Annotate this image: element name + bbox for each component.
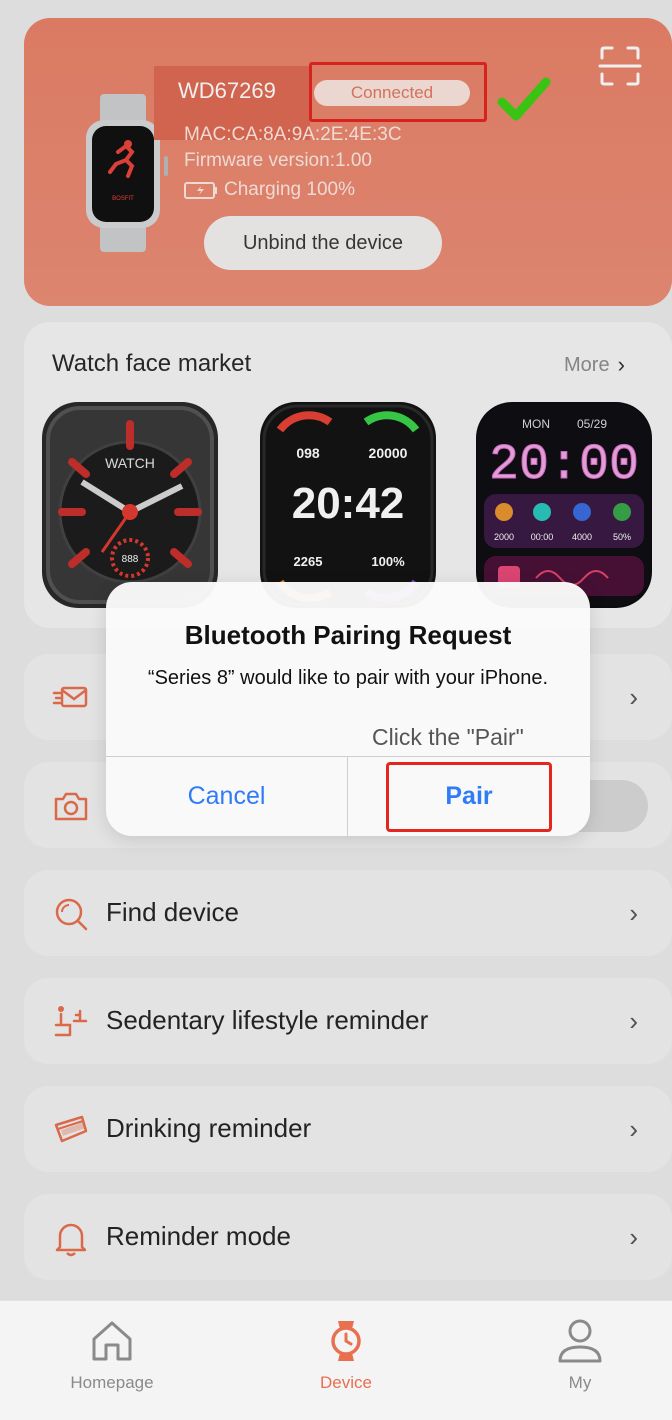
home-icon — [92, 1321, 132, 1361]
dialog-message: “Series 8” would like to pair with your … — [147, 667, 549, 689]
cancel-button[interactable]: Cancel — [106, 757, 347, 836]
app-screen: BOSFIT WD67269 Connected MAC:CA:8A:9A:2E… — [0, 0, 672, 1420]
bottom-tab-bar: Homepage Device My — [0, 1300, 672, 1420]
tab-homepage[interactable]: Homepage — [42, 1317, 182, 1393]
pair-hint-annotation: Click the "Pair" — [372, 724, 524, 750]
tab-my[interactable]: My — [510, 1317, 650, 1393]
tab-label: Device — [320, 1373, 372, 1392]
user-icon — [558, 1319, 602, 1363]
tab-label: My — [568, 1373, 592, 1392]
tab-label: Homepage — [70, 1373, 154, 1392]
pair-highlight-box — [386, 762, 552, 832]
watch-icon — [331, 1321, 361, 1361]
tab-device[interactable]: Device — [276, 1317, 416, 1393]
dialog-title: Bluetooth Pairing Request — [184, 620, 512, 650]
bluetooth-pairing-dialog: Bluetooth Pairing Request “Series 8” wou… — [106, 582, 590, 836]
